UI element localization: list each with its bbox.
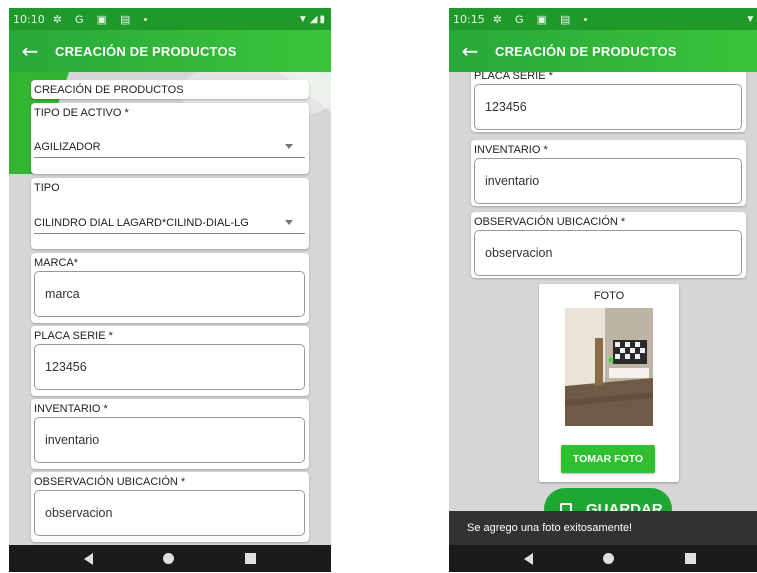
app-bar: ← CREACIÓN DE PRODUCTOS [9,30,331,72]
placa-serie-label: PLACA SERIE * [474,72,553,82]
header-card: CREACIÓN DE PRODUCTOS [31,80,309,99]
tipo-label: TIPO [34,182,60,194]
form-content[interactable]: PLACA SERIE * 123456 INVENTARIO * invent… [449,72,757,545]
app-title: CREACIÓN DE PRODUCTOS [55,43,237,59]
nav-recents-icon[interactable] [244,553,256,564]
tipo-activo-select[interactable]: AGILIZADOR [34,136,305,158]
inventario-label: INVENTARIO * [34,403,108,415]
status-time: 10:15 [453,12,485,26]
placa-serie-input[interactable]: 123456 [34,344,305,390]
foto-card: FOTO TOMAR FOTO [539,284,679,482]
inventario-input[interactable]: inventario [34,417,305,463]
marca-label: MARCA* [34,257,79,269]
room-photo-image [565,308,653,426]
inventario-input[interactable]: inventario [474,158,742,204]
status-bar: 10:10 ✲ G ▣ ▤ • ▼◢▮ [9,8,331,30]
phone-screen-right: 10:15 ✲ G ▣ ▤ • ▼◢ ← CREACIÓN DE PRODUCT… [449,8,757,572]
tipo-value: CILINDRO DIAL LAGARD*CILIND-DIAL-LG [34,216,249,229]
header-card-title: CREACIÓN DE PRODUCTOS [34,84,184,96]
status-time: 10:10 [13,12,45,26]
placa-serie-card: PLACA SERIE * 123456 [471,72,746,132]
tipo-select[interactable]: CILINDRO DIAL LAGARD*CILIND-DIAL-LG [34,212,305,234]
tipo-card: TIPO CILINDRO DIAL LAGARD*CILIND-DIAL-LG [31,178,309,249]
observacion-input[interactable]: observacion [474,230,742,276]
inventario-card: INVENTARIO * inventario [31,399,309,469]
back-arrow-icon[interactable]: ← [9,39,51,63]
observacion-card: OBSERVACIÓN UBICACIÓN * observacion [471,212,746,278]
status-bar: 10:15 ✲ G ▣ ▤ • ▼◢ [449,8,757,30]
app-bar: ← CREACIÓN DE PRODUCTOS [449,30,757,72]
captured-photo [565,308,653,426]
nav-recents-icon[interactable] [684,553,696,564]
tipo-activo-value: AGILIZADOR [34,140,101,153]
tipo-activo-label: TIPO DE ACTIVO * [34,107,129,119]
observacion-card: OBSERVACIÓN UBICACIÓN * observacion [31,472,309,542]
placa-serie-input[interactable]: 123456 [474,84,742,130]
phone-screen-left: 10:10 ✲ G ▣ ▤ • ▼◢▮ ← CREACIÓN DE PRODUC… [9,8,331,572]
form-content[interactable]: CREACIÓN DE PRODUCTOS TIPO DE ACTIVO * A… [9,72,331,545]
snackbar-message: Se agrego una foto exitosamente! [467,522,633,534]
nav-home-icon[interactable] [603,553,615,564]
placa-serie-label: PLACA SERIE * [34,330,113,342]
dropdown-arrow-icon [285,144,293,149]
inventario-card: INVENTARIO * inventario [471,140,746,206]
app-title: CREACIÓN DE PRODUCTOS [495,43,677,59]
android-nav-bar [9,545,331,572]
observacion-label: OBSERVACIÓN UBICACIÓN * [474,216,626,228]
snackbar: Se agrego una foto exitosamente! [449,511,757,545]
back-arrow-icon[interactable]: ← [449,39,491,63]
nav-back-icon[interactable] [84,552,94,565]
observacion-input[interactable]: observacion [34,490,305,536]
nav-home-icon[interactable] [163,553,175,564]
wifi-battery-icon: ▼◢▮ [297,13,327,25]
android-nav-bar [449,545,757,572]
foto-label: FOTO [593,290,625,302]
nav-back-icon[interactable] [524,552,534,565]
notification-icons: ✲ G ▣ ▤ • [492,13,593,26]
inventario-label: INVENTARIO * [474,144,548,156]
marca-card: MARCA* marca [31,253,309,323]
notification-icons: ✲ G ▣ ▤ • [52,13,153,26]
wifi-signal-icon: ▼◢ [745,13,757,25]
tomar-foto-button[interactable]: TOMAR FOTO [561,445,655,473]
marca-input[interactable]: marca [34,271,305,317]
dropdown-arrow-icon [285,220,293,225]
tipo-activo-card: TIPO DE ACTIVO * AGILIZADOR [31,103,309,174]
observacion-label: OBSERVACIÓN UBICACIÓN * [34,476,186,488]
placa-serie-card: PLACA SERIE * 123456 [31,326,309,396]
